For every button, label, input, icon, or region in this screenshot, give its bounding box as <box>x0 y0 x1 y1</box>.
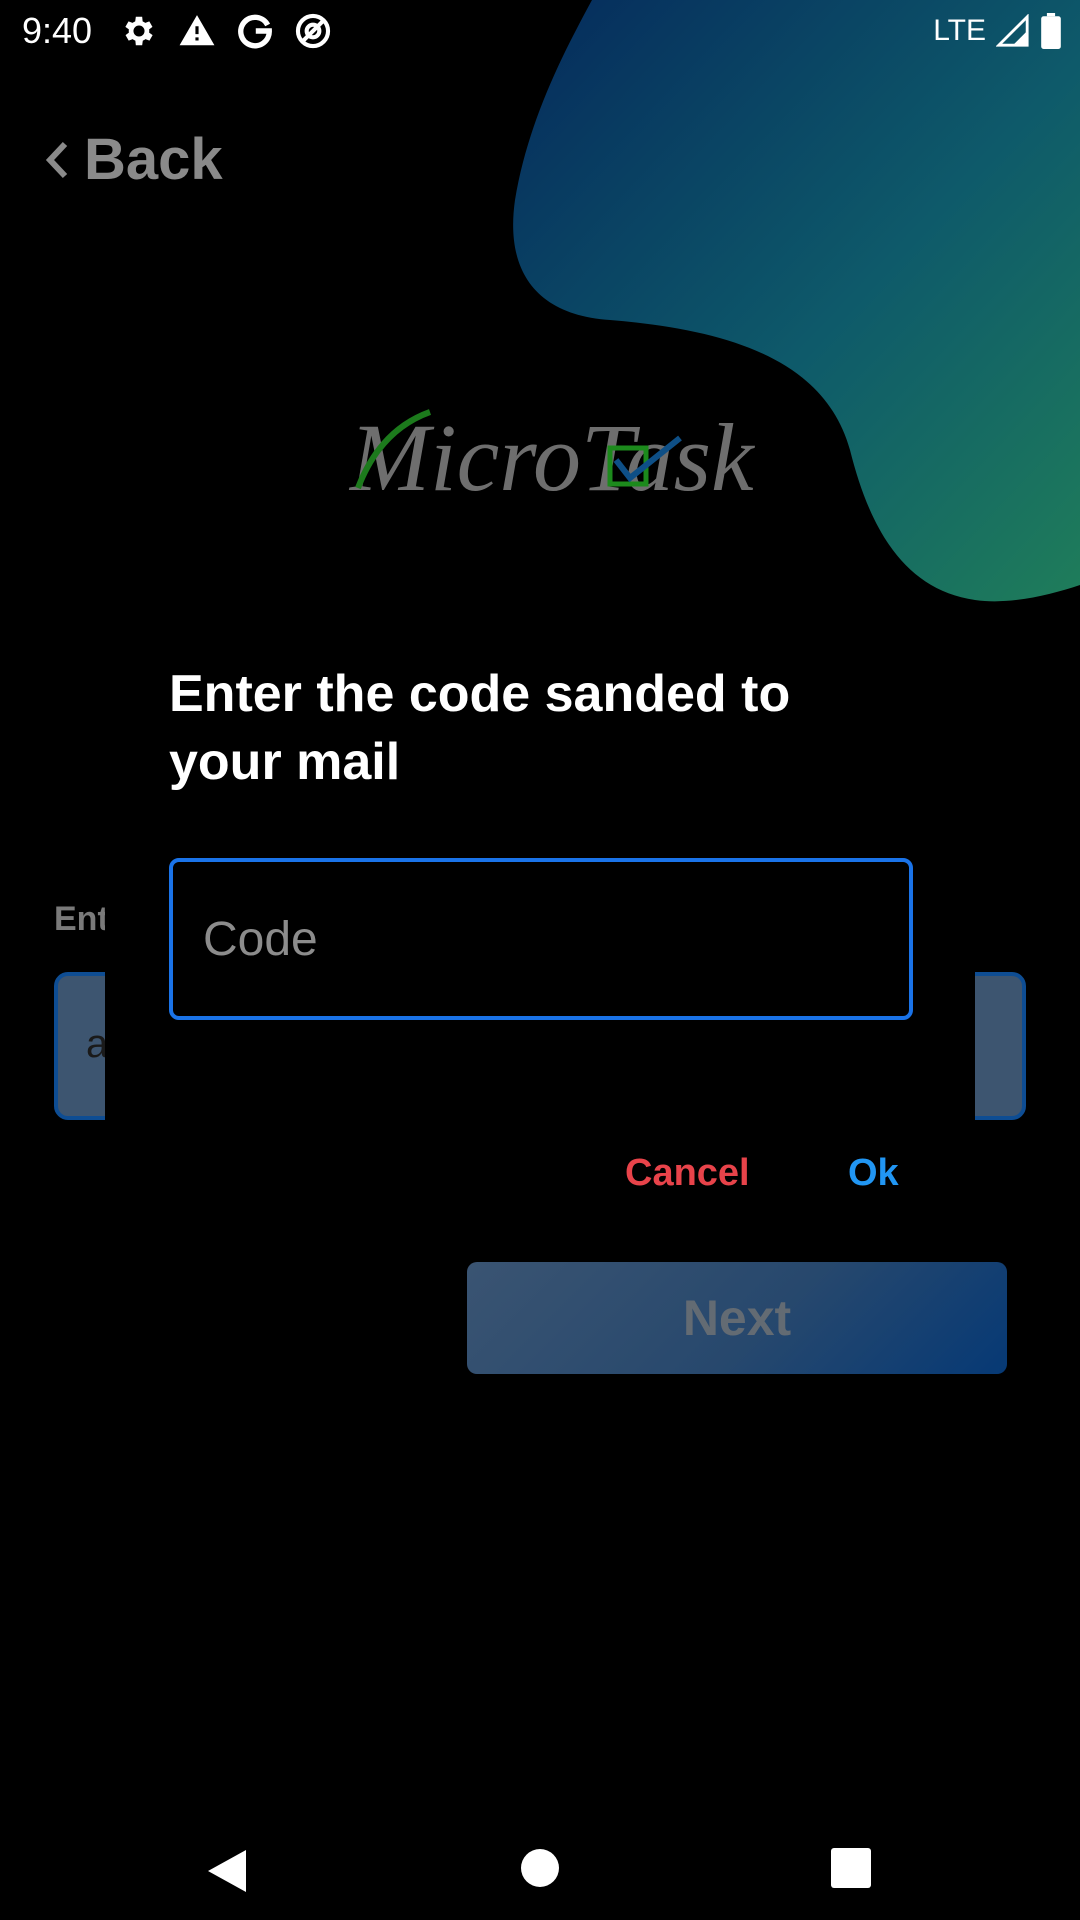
warning-icon <box>179 15 215 46</box>
signal-icon <box>996 14 1029 47</box>
code-input-container <box>169 858 913 1020</box>
next-label: Next <box>682 1290 792 1346</box>
status-bar: 9:40 LTE <box>0 0 1080 62</box>
code-dialog: Enter the code sanded to your mail Cance… <box>105 628 975 1206</box>
decorative-blob <box>513 0 1080 602</box>
navigation-bar <box>0 1816 1080 1920</box>
microtask-logo: MicroTask <box>348 404 756 511</box>
recents-square-icon[interactable] <box>831 1848 871 1888</box>
back-triangle-icon[interactable] <box>206 1848 248 1894</box>
status-right: LTE <box>933 8 1062 54</box>
settings-icon <box>125 16 153 46</box>
network-type: LTE <box>933 14 986 47</box>
cancel-button[interactable]: Cancel <box>625 1152 750 1195</box>
ok-button[interactable]: Ok <box>848 1152 899 1195</box>
code-input[interactable] <box>173 862 909 1016</box>
google-icon <box>238 14 272 49</box>
background-field-label: Ent <box>54 900 109 938</box>
home-circle-icon[interactable] <box>520 1848 560 1888</box>
next-button: Next <box>467 1262 1007 1374</box>
battery-icon <box>1041 13 1061 49</box>
back-button[interactable]: Back <box>44 126 223 193</box>
dialog-title: Enter the code sanded to your mail <box>169 665 791 791</box>
back-label: Back <box>84 127 223 192</box>
at-sign-icon <box>295 13 331 49</box>
chevron-left-icon <box>45 141 68 178</box>
status-time: 9:40 <box>22 10 93 51</box>
